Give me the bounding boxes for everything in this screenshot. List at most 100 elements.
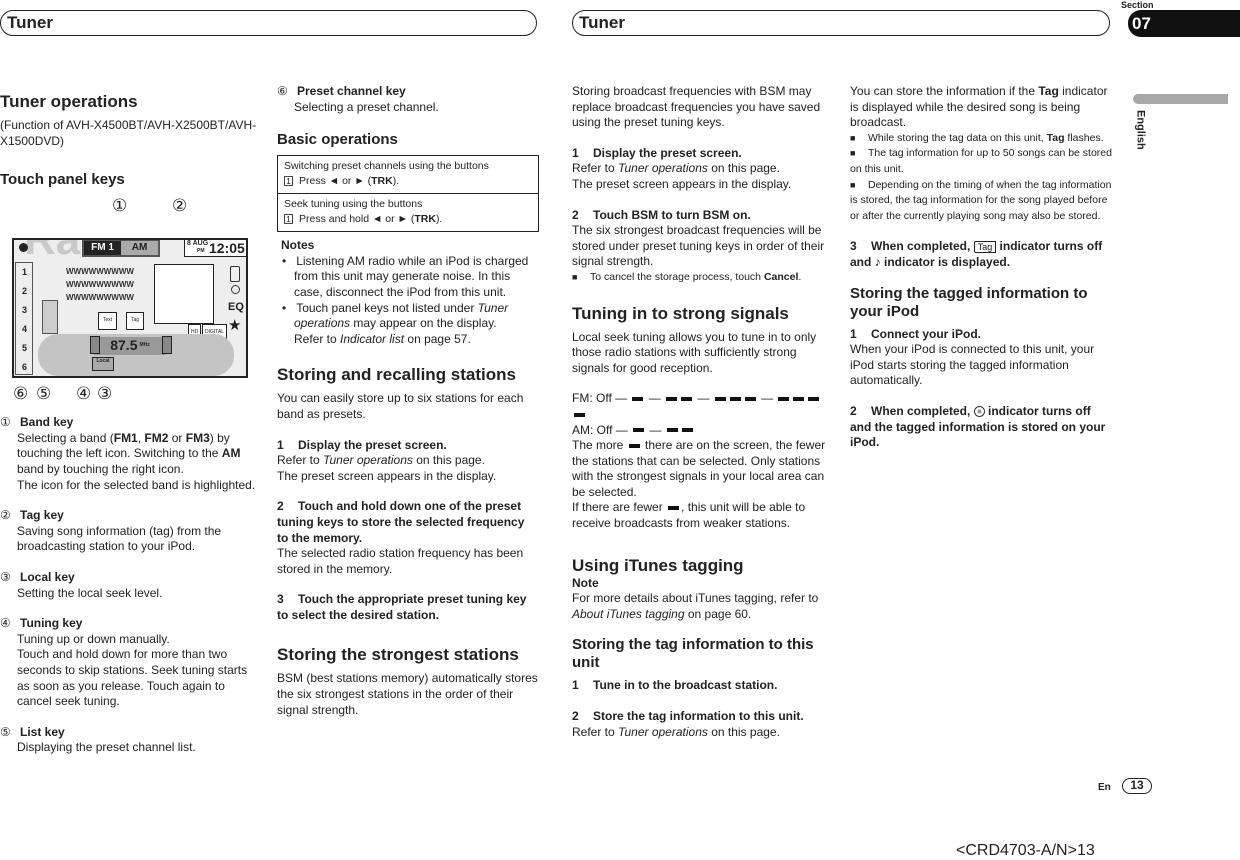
step-heading: 1 Display the preset screen. — [572, 146, 834, 162]
key-title: ③ Local key — [0, 570, 260, 586]
signal-bar-icon — [744, 397, 756, 402]
local-button[interactable]: Local — [92, 357, 114, 372]
section-heading: Using iTunes tagging — [572, 556, 834, 576]
operations-table: Switching preset channels using the butt… — [277, 155, 539, 233]
step-heading: 1 Display the preset screen. — [277, 438, 539, 454]
reference-link[interactable]: Tuner operations — [323, 453, 413, 467]
band-am[interactable]: AM — [121, 241, 158, 256]
date: 8 AUG — [187, 240, 209, 248]
text: You can store the information if the — [850, 84, 1039, 98]
paragraph: Refer to Tuner operations on this page. — [277, 453, 539, 469]
key-name: Local key — [20, 569, 75, 584]
reference-link[interactable]: Tuner operations — [618, 161, 708, 175]
artwork-area — [154, 264, 214, 325]
paragraph: When your iPod is connected to this unit… — [850, 342, 1112, 389]
text: Saving song information (tag) from the b… — [17, 523, 222, 554]
key-name: Band key — [20, 415, 74, 430]
text: — — [645, 391, 665, 406]
reference-link[interactable]: Tuner operations — [618, 725, 708, 739]
bullet-item: ■ To cancel the storage process, touch Ca… — [572, 270, 834, 286]
text: (Function of AVH-X4500BT/AVH-X2500BT/AVH… — [0, 118, 257, 148]
text-line: WWWWWWWWW — [66, 280, 134, 290]
column-2: ⑥ Preset channel key Selecting a preset ch… — [277, 84, 539, 718]
column-3: Storing broadcast frequencies with BSM m… — [572, 84, 834, 740]
key-title: ② Tag key — [0, 508, 260, 524]
list-key[interactable] — [42, 300, 58, 335]
text: . — [798, 270, 802, 283]
touch-panel-figure: ① ② Radio FM 1 AM 8 AUG PM 12:05 WWWWWWW… — [0, 195, 260, 407]
notes-heading: Notes — [281, 238, 539, 254]
signal-bar-icon — [666, 397, 678, 402]
text: Connect your iPod. — [871, 326, 982, 341]
key-number: ③ — [0, 569, 11, 584]
text: on this page. — [412, 453, 485, 468]
callout-6: ⑥ — [13, 384, 29, 404]
text-button[interactable]: Text — [98, 312, 118, 330]
preset-button[interactable]: 6 — [22, 358, 27, 377]
reference-link[interactable]: About iTunes tagging — [572, 607, 685, 621]
text: Storing the tagged information to your i… — [850, 284, 1088, 320]
key-body: Selecting a band (FM1, FM2 or FM3) by to… — [0, 431, 260, 478]
preset-button[interactable]: 3 — [22, 301, 27, 320]
paragraph: AM: Off — — — [572, 423, 834, 439]
signal-bar-icon — [681, 397, 693, 402]
subsection-heading: Storing the tagged information to your i… — [850, 285, 1112, 321]
operation-title: Seek tuning using the buttons — [284, 198, 423, 211]
preset-button[interactable]: 1 — [22, 263, 27, 282]
step-heading: 2 Touch and hold down one of the preset t… — [277, 499, 539, 546]
text: Tuning up or down manually. — [17, 631, 170, 646]
band-key[interactable]: FM 1 AM — [82, 240, 160, 258]
text: Local seek tuning allows you to tune in … — [572, 329, 817, 375]
tune-up-button[interactable] — [162, 336, 172, 355]
tune-down-button[interactable] — [90, 336, 100, 355]
text: FM: Off — — [572, 391, 631, 406]
step-number: 2 — [572, 207, 579, 222]
key-name: Preset channel key — [297, 84, 406, 98]
key-description: ① Band key Selecting a band (FM1, FM2 or F… — [0, 415, 260, 493]
text: — — [757, 391, 777, 406]
step-number: 2 — [850, 403, 857, 418]
paragraph: The preset screen appears in the display… — [572, 177, 834, 193]
reference-link[interactable]: Indicator list — [340, 332, 404, 346]
key-description: ② Tag key Saving song information (tag) fr… — [0, 508, 260, 555]
tag-icon: Tag — [973, 241, 997, 254]
tag-button[interactable]: Tag — [126, 312, 145, 330]
text: To cancel the storage process, touch — [590, 270, 764, 283]
text: on this page. — [707, 161, 780, 176]
text: Refer to — [572, 724, 619, 739]
bullet-item: ■ Depending on the timing of when the tag… — [850, 178, 1112, 225]
phone-icon[interactable] — [230, 266, 240, 283]
text: Display the preset screen. — [593, 145, 742, 160]
preset-button[interactable]: 4 — [22, 320, 27, 339]
step-heading: 3 Touch the appropriate preset tuning key… — [277, 592, 539, 623]
paragraph: If there are fewer , this unit will be a… — [572, 500, 834, 531]
key-title: ⑤ List key — [0, 725, 260, 741]
eq-icon[interactable]: EQ — [228, 300, 244, 316]
text: Tuning in to strong signals — [572, 303, 789, 323]
preset-buttons: 1 2 3 4 5 6 — [22, 263, 27, 377]
text: Touch BSM to turn BSM on. — [593, 207, 751, 222]
text: ). — [392, 175, 400, 188]
bullet-item: ■ The tag information for up to 50 songs … — [850, 146, 1112, 177]
step-number: 2 — [572, 709, 579, 724]
note-item: • Listening AM radio while an iPod is ch… — [282, 253, 529, 299]
paragraph: The more there are on the screen, the fe… — [572, 438, 834, 500]
preset-button[interactable]: 5 — [22, 339, 27, 358]
star-icon[interactable]: ★ — [228, 318, 241, 334]
step-heading: 3 When completed, Tag indicator turns off… — [850, 239, 1112, 270]
step-heading: 2 Store the tag information to this unit. — [572, 709, 834, 725]
band-fm[interactable]: FM 1 — [84, 241, 121, 256]
text: Press ◄ or ► ( — [299, 175, 372, 188]
paragraph: For more details about iTunes tagging, r… — [572, 591, 834, 622]
signal-bar-icon — [729, 397, 741, 402]
bullet-item: ■ While storing the tag data on this unit… — [850, 131, 1112, 147]
preset-button[interactable]: 2 — [22, 282, 27, 301]
text: Touch and hold down for more than two se… — [17, 647, 248, 709]
search-icon[interactable] — [231, 285, 240, 295]
text: Touch and hold down one of the preset tu… — [277, 499, 525, 545]
text: Store the tag information to this unit. — [593, 709, 804, 724]
